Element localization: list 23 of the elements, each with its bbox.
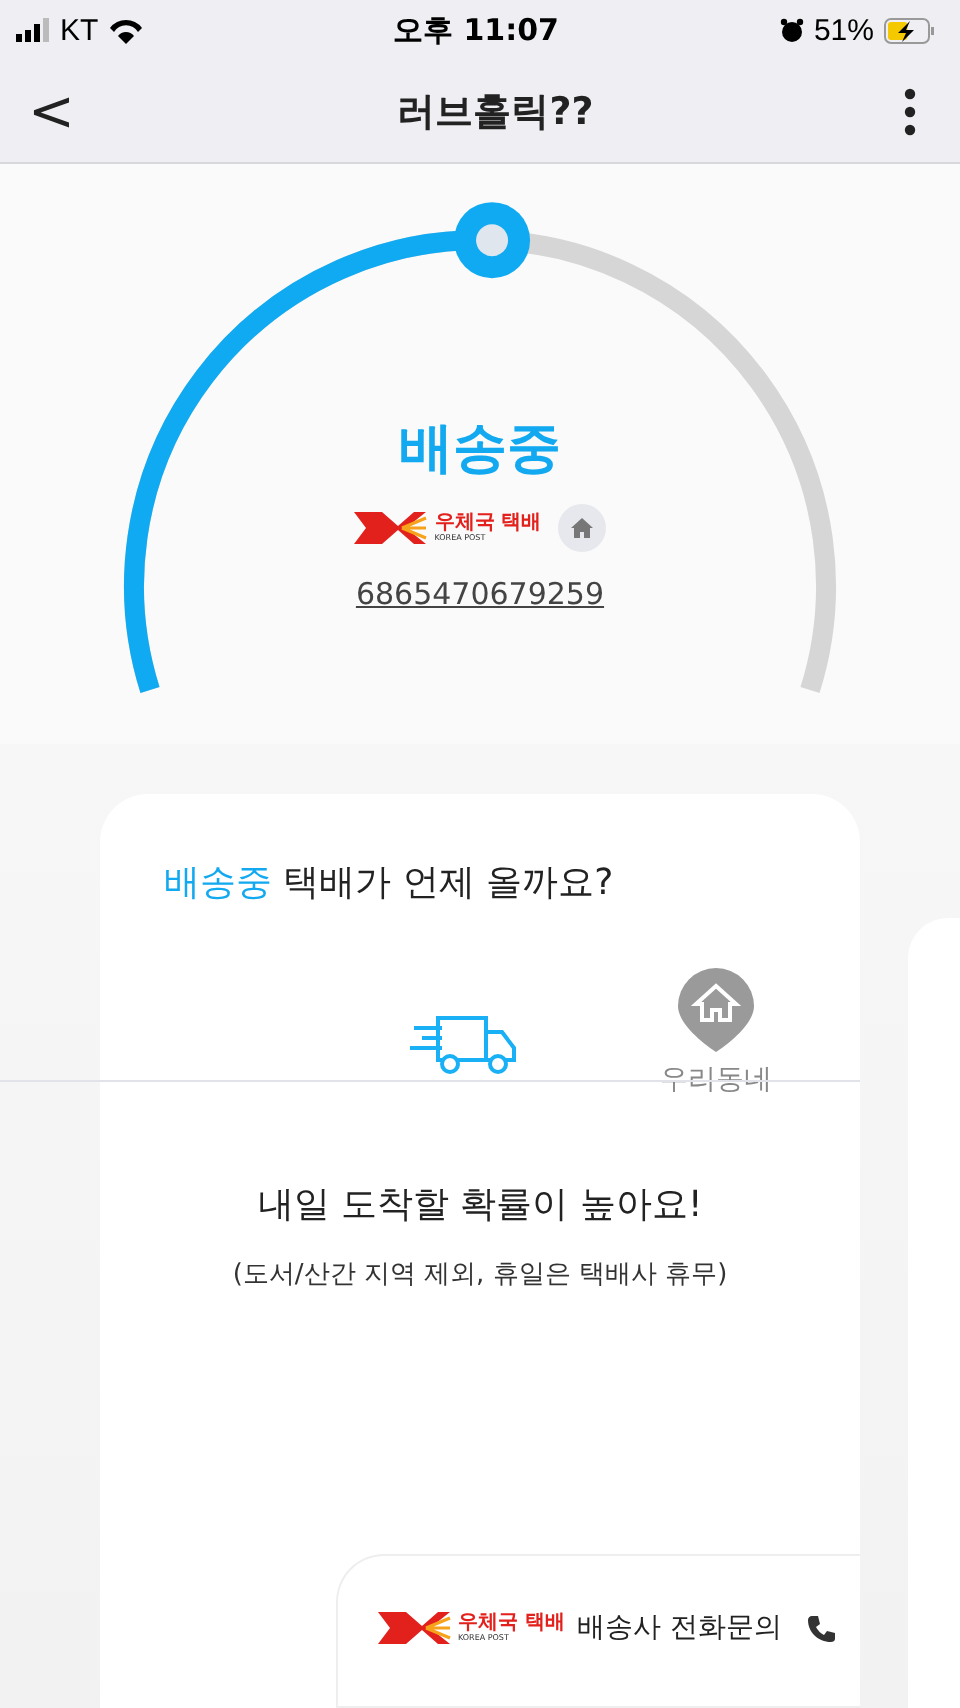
logo-wordmark: 우체국 택배 xyxy=(458,1614,565,1634)
signal-icon xyxy=(16,18,50,42)
location-pin-icon xyxy=(676,968,756,1052)
more-icon[interactable] xyxy=(903,87,916,135)
wifi-icon xyxy=(108,17,145,43)
notice-text: (도서/산간 지역 제외, 휴일은 택배사 휴무) xyxy=(230,1258,730,1292)
back-button[interactable]: < xyxy=(16,78,87,144)
card-heading: 배송중 택배가 언제 올까요? xyxy=(162,860,616,906)
clock-time: 오후 11:07 xyxy=(393,11,559,49)
post-emblem-icon xyxy=(378,1608,454,1648)
home-icon xyxy=(569,516,594,540)
alarm-icon xyxy=(779,18,804,42)
carrier-name: KT xyxy=(60,13,99,47)
page-title: 러브홀릭?? xyxy=(397,87,594,137)
truck-icon xyxy=(410,1012,518,1076)
phone-icon xyxy=(805,1613,836,1643)
logo-wordmark: 우체국 택배 xyxy=(434,514,542,534)
delivery-status: 배송중 xyxy=(399,416,561,484)
battery-percent: 51% xyxy=(813,13,874,47)
post-emblem-icon xyxy=(354,508,431,548)
arrival-message: 내일 도착할 확률이 높아요! xyxy=(255,1182,705,1228)
tracking-number-link[interactable]: 6865470679259 xyxy=(355,576,605,612)
call-courier-label: 배송사 전화문의 xyxy=(576,1610,782,1646)
